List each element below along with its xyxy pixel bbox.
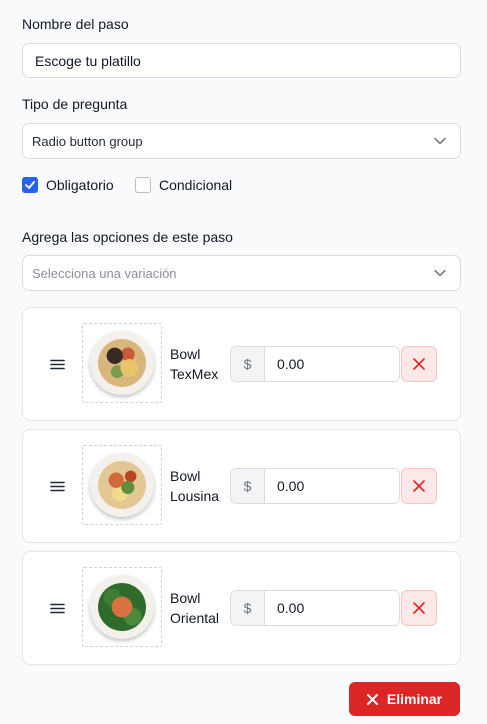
variation-select[interactable]: Selecciona una variación (22, 255, 461, 291)
remove-option-button[interactable] (401, 468, 437, 504)
delete-step-label: Eliminar (386, 691, 443, 707)
drag-handle-icon[interactable] (50, 359, 65, 370)
required-checkbox[interactable] (22, 177, 38, 193)
option-name: Bowl Lousina (170, 468, 220, 504)
option-card: Bowl Oriental $ 0.00 (22, 551, 461, 665)
option-card: Bowl Lousina $ 0.00 (22, 429, 461, 543)
remove-option-button[interactable] (401, 346, 437, 382)
price-input[interactable]: $ 0.00 (230, 590, 400, 626)
conditional-label: Condicional (159, 177, 233, 193)
price-value[interactable]: 0.00 (265, 469, 399, 503)
option-image-slot[interactable] (82, 445, 162, 525)
option-image-slot[interactable] (82, 323, 162, 403)
close-icon (366, 693, 378, 705)
food-image (90, 453, 154, 517)
close-icon (413, 602, 425, 614)
question-type-select[interactable]: Radio button group (22, 123, 461, 159)
drag-handle-icon[interactable] (50, 481, 65, 492)
options-section-label: Agrega las opciones de este paso (22, 229, 233, 245)
option-card: Bowl TexMex $ 0.00 (22, 307, 461, 421)
food-image (90, 331, 154, 395)
step-name-value: Escoge tu platillo (35, 52, 141, 69)
conditional-checkbox-row[interactable]: Condicional (135, 176, 232, 194)
delete-step-button[interactable]: Eliminar (349, 682, 460, 716)
question-type-value: Radio button group (32, 133, 143, 149)
food-image (90, 575, 154, 639)
price-input[interactable]: $ 0.00 (230, 346, 400, 382)
conditional-checkbox[interactable] (135, 177, 151, 193)
required-label: Obligatorio (46, 177, 114, 193)
currency-addon: $ (231, 469, 265, 503)
check-icon (25, 181, 35, 189)
question-type-label: Tipo de pregunta (22, 96, 128, 112)
currency-addon: $ (231, 347, 265, 381)
currency-addon: $ (231, 591, 265, 625)
variation-placeholder: Selecciona una variación (32, 265, 177, 281)
drag-handle-icon[interactable] (50, 603, 65, 614)
close-icon (413, 358, 425, 370)
step-name-label: Nombre del paso (22, 16, 129, 32)
chevron-down-icon (434, 269, 446, 277)
price-input[interactable]: $ 0.00 (230, 468, 400, 504)
close-icon (413, 480, 425, 492)
option-name: Bowl TexMex (170, 346, 219, 382)
option-image-slot[interactable] (82, 567, 162, 647)
step-name-input[interactable]: Escoge tu platillo (22, 43, 461, 78)
price-value[interactable]: 0.00 (265, 347, 399, 381)
price-value[interactable]: 0.00 (265, 591, 399, 625)
remove-option-button[interactable] (401, 590, 437, 626)
option-name: Bowl Oriental (170, 590, 220, 626)
chevron-down-icon (434, 137, 446, 145)
required-checkbox-row[interactable]: Obligatorio (22, 176, 114, 194)
